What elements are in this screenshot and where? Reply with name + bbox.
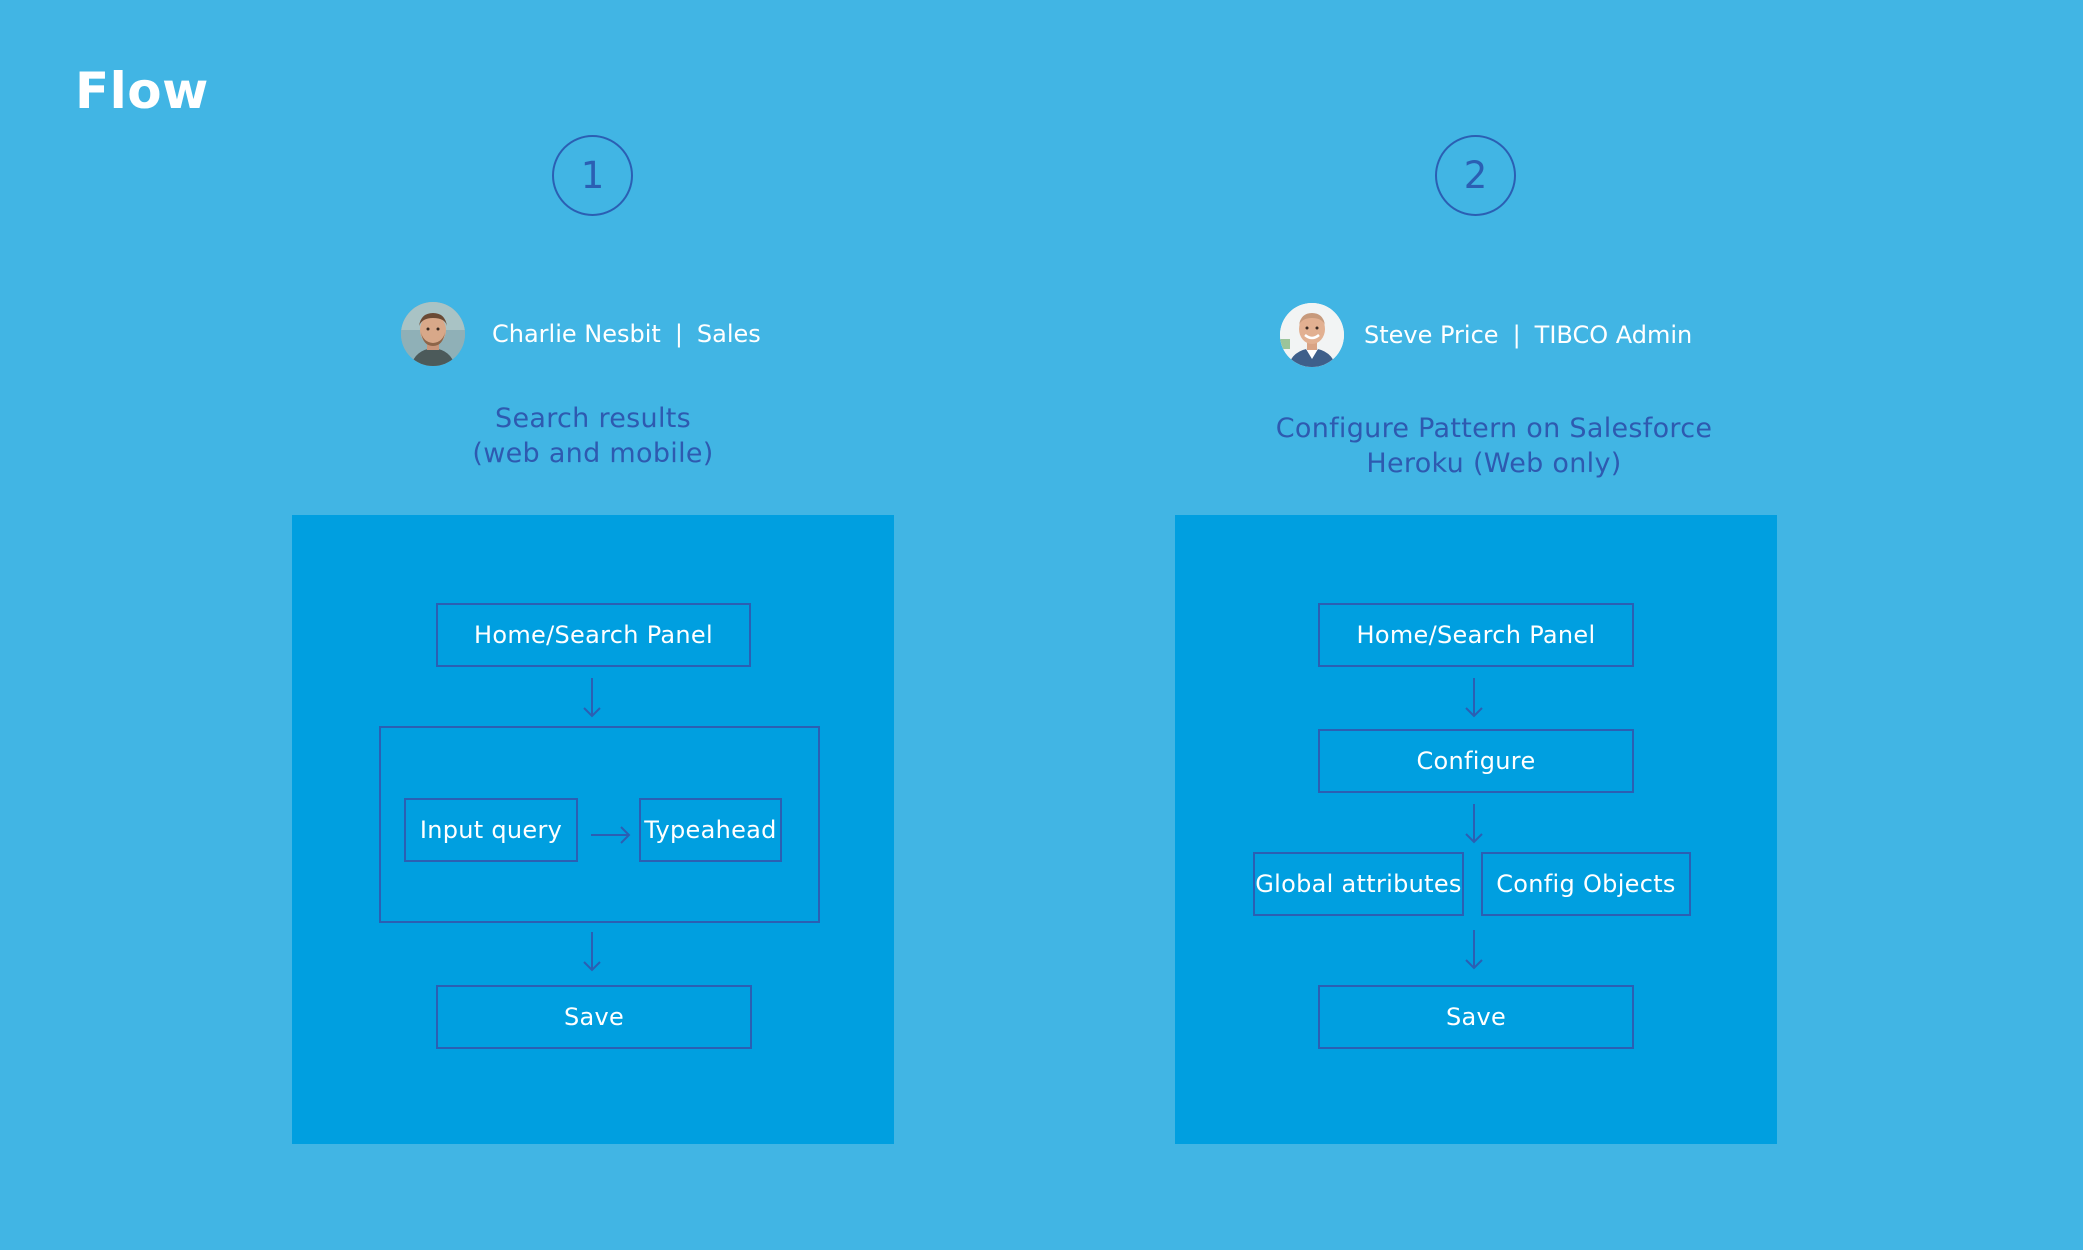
node-config-objects: Config Objects: [1481, 852, 1691, 916]
arrow-down-icon: [580, 677, 604, 719]
persona-steve-price: Steve Price | TIBCO Admin: [1280, 303, 1692, 367]
node-global-attributes: Global attributes: [1253, 852, 1464, 916]
persona-role: Sales: [696, 320, 761, 348]
arrow-down-icon: [1462, 677, 1486, 719]
person-photo-icon: [1280, 303, 1344, 367]
flow-subtitle-line-2: Heroku (Web only): [1366, 448, 1622, 479]
node-label: Home/Search Panel: [1356, 621, 1596, 649]
arrow-down-icon: [1462, 803, 1486, 845]
node-home-search-panel: Home/Search Panel: [436, 603, 751, 667]
avatar: [1280, 303, 1344, 367]
node-label: Config Objects: [1496, 870, 1676, 898]
step-number-badge: 1: [552, 135, 633, 216]
person-photo-icon: [401, 302, 465, 366]
persona-role: TIBCO Admin: [1534, 321, 1693, 349]
node-typeahead: Typeahead: [639, 798, 782, 862]
node-label: Global attributes: [1255, 870, 1462, 898]
persona-charlie-nesbit: Charlie Nesbit | Sales: [401, 302, 761, 366]
persona-name: Steve Price: [1364, 321, 1499, 349]
node-label: Save: [563, 1003, 625, 1031]
node-home-search-panel: Home/Search Panel: [1318, 603, 1634, 667]
arrow-down-icon: [1462, 929, 1486, 971]
flow-subtitle-line-1: Search results: [495, 403, 691, 434]
arrow-down-icon: [580, 931, 604, 973]
step-number-badge: 2: [1435, 135, 1516, 216]
avatar: [401, 302, 465, 366]
step-number: 2: [1463, 154, 1488, 197]
page-title: Flow: [75, 62, 209, 120]
step-number: 1: [580, 154, 605, 197]
flow-subtitle-line-2: (web and mobile): [472, 438, 714, 469]
node-input-query: Input query: [404, 798, 578, 862]
node-label: Home/Search Panel: [474, 621, 713, 649]
persona-name: Charlie Nesbit: [492, 320, 661, 348]
persona-separator: |: [1512, 321, 1521, 349]
flow-subtitle: Configure Pattern on Salesforce Heroku (…: [1194, 411, 1794, 481]
node-save: Save: [1318, 985, 1634, 1049]
node-configure: Configure: [1318, 729, 1634, 793]
persona-separator: |: [674, 320, 683, 348]
flow-subtitle: Search results (web and mobile): [393, 401, 793, 471]
node-label: Input query: [419, 816, 563, 844]
node-save: Save: [436, 985, 752, 1049]
arrow-right-icon: [590, 823, 632, 847]
node-label: Save: [1445, 1003, 1507, 1031]
node-label: Typeahead: [644, 816, 777, 844]
node-label: Configure: [1416, 747, 1536, 775]
flow-subtitle-line-1: Configure Pattern on Salesforce: [1275, 413, 1713, 444]
